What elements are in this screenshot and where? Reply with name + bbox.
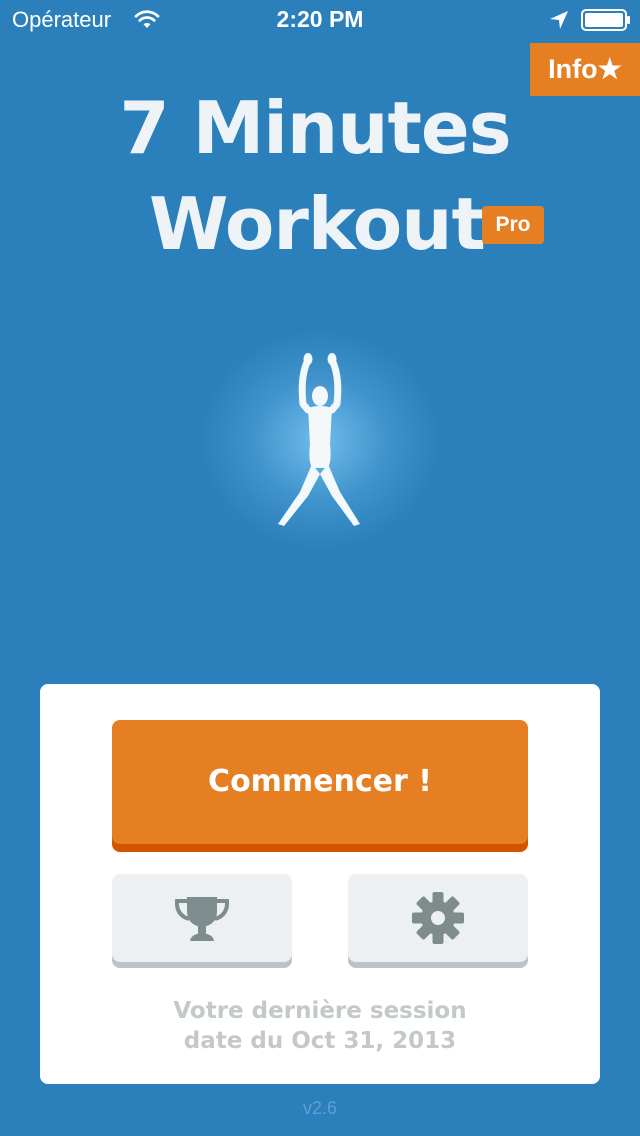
status-time: 2:20 PM	[276, 6, 364, 32]
achievements-button[interactable]	[112, 874, 292, 962]
main-card: Commencer ! Votre dernière session date …	[40, 684, 600, 1084]
version-label: v2.6	[302, 1098, 338, 1118]
location-icon	[550, 11, 568, 29]
last-session-text: Votre dernière session date du Oct 31, 2…	[40, 996, 600, 1056]
app-title: 7 Minutes Workout	[0, 80, 640, 272]
settings-button[interactable]	[348, 874, 528, 962]
last-session-line-1: Votre dernière session	[173, 998, 467, 1024]
status-bar: Opérateur 2:20 PM	[0, 0, 640, 40]
trophy-icon	[174, 897, 230, 941]
battery-icon	[581, 9, 630, 31]
jumping-jacks-figure-icon	[278, 353, 360, 526]
last-session-line-2: date du Oct 31, 2013	[183, 1028, 457, 1054]
app-title-line-2: Workout	[149, 182, 486, 266]
pro-badge: Pro	[482, 206, 544, 244]
start-button[interactable]: Commencer !	[112, 720, 528, 844]
app-title-line-1: 7 Minutes	[119, 86, 511, 170]
gear-icon	[412, 892, 464, 944]
